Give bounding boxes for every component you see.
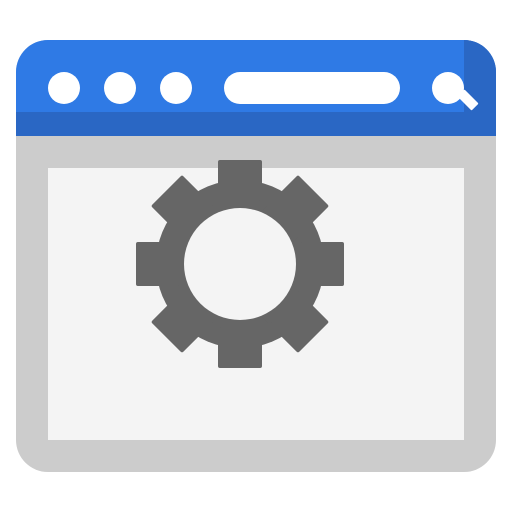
title-bar-shade (16, 112, 496, 136)
window-control-3[interactable] (160, 72, 192, 104)
address-bar[interactable] (224, 72, 400, 104)
browser-settings-icon (0, 0, 512, 512)
search-icon[interactable] (428, 68, 480, 120)
title-bar (16, 40, 496, 136)
window-control-2[interactable] (104, 72, 136, 104)
gear-icon[interactable] (136, 160, 344, 368)
window-control-1[interactable] (48, 72, 80, 104)
